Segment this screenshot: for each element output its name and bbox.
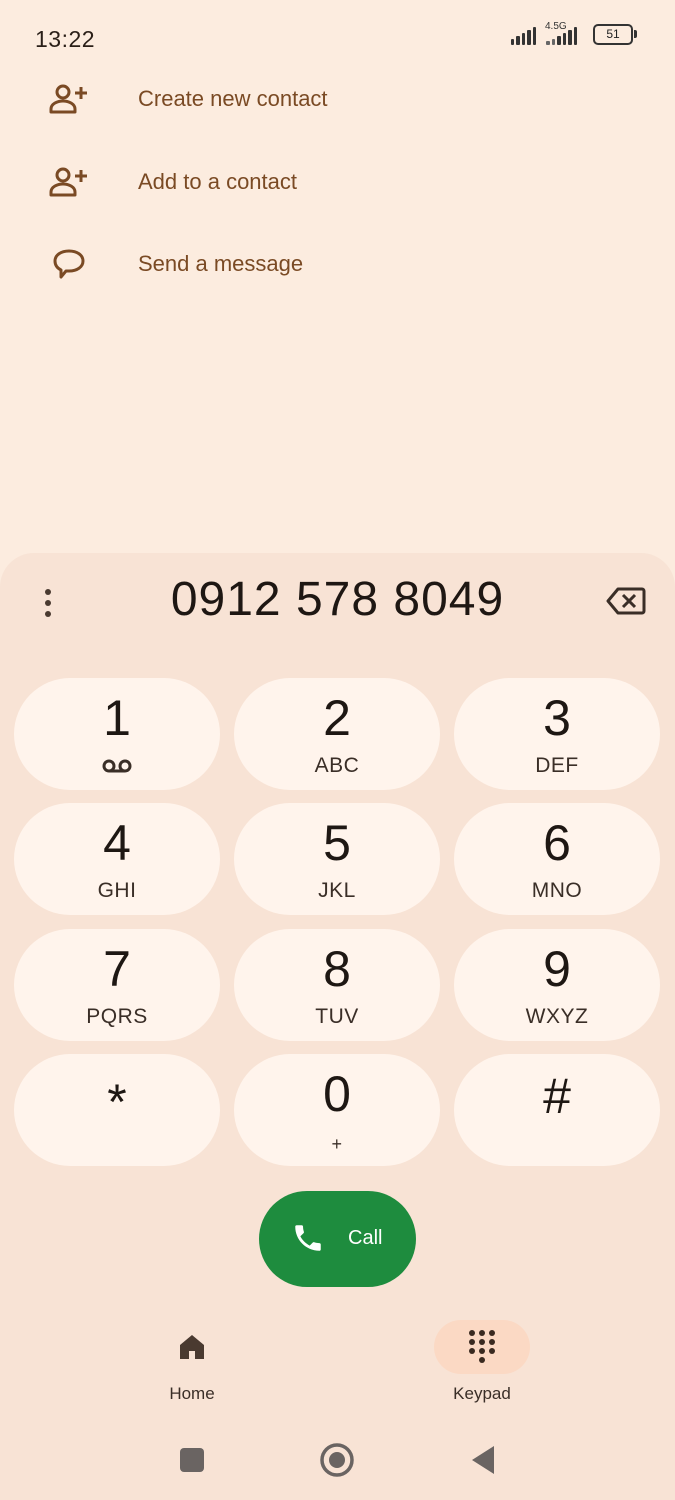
key-digit: 1 [103,690,131,746]
key-digit: 6 [543,815,571,871]
recents-icon[interactable] [172,1440,212,1480]
key-digit: 0 [323,1066,351,1122]
call-label: Call [348,1227,383,1249]
key-letters: DEF [535,754,579,777]
phone-icon [291,1221,325,1260]
create-new-contact-label: Create new contact [138,86,328,111]
key-digit: 4 [103,815,131,871]
signal-icon [510,25,536,45]
key-4[interactable]: 4 GHI [14,803,220,915]
status-icons: 4.5G 51 [510,21,637,45]
nav-home[interactable]: Home [132,1320,252,1404]
dialed-number[interactable]: 0912 578 8049 [0,572,675,627]
key-letters: GHI [97,879,137,902]
key-digit: 7 [103,941,131,997]
key-letters: MNO [531,879,583,902]
back-icon[interactable] [463,1440,503,1480]
key-digit: 9 [543,941,571,997]
key-letters: PQRS [86,1005,148,1028]
add-to-contact-label: Add to a contact [138,169,297,194]
key-7[interactable]: 7 PQRS [14,929,220,1041]
create-new-contact-item[interactable]: Create new contact [0,64,675,134]
add-person-icon [48,161,90,203]
battery-icon: 51 [593,24,637,45]
key-letters: TUV [315,1005,359,1028]
key-letters: WXYZ [525,1005,589,1028]
key-letters: ABC [314,754,360,777]
key-digit: 3 [543,690,571,746]
network-signal-icon: 4.5G [544,21,577,45]
key-2[interactable]: 2 ABC [234,678,440,790]
nav-home-label: Home [169,1384,215,1403]
key-digit: * [107,1074,127,1130]
add-person-icon [48,78,90,120]
nav-keypad-label: Keypad [453,1384,511,1403]
home-button-icon[interactable] [317,1440,357,1480]
key-digit: # [543,1068,571,1124]
network-type: 4.5G [545,21,567,32]
home-icon [144,1320,240,1374]
key-5[interactable]: 5 JKL [234,803,440,915]
key-hash[interactable]: # [454,1054,660,1166]
key-0[interactable]: 0 + [234,1054,440,1166]
battery-level: 51 [606,27,620,41]
key-letters: JKL [318,879,356,902]
nav-keypad[interactable]: Keypad [422,1320,542,1404]
send-message-item[interactable]: Send a message [0,229,675,299]
key-3[interactable]: 3 DEF [454,678,660,790]
status-time: 13:22 [35,26,96,52]
key-1[interactable]: 1 [14,678,220,790]
key-digit: 2 [323,690,351,746]
key-digit: 8 [323,941,351,997]
dialpad-icon [434,1320,530,1374]
voicemail-icon [101,758,133,779]
key-8[interactable]: 8 TUV [234,929,440,1041]
message-icon [48,243,90,285]
backspace-icon[interactable] [606,586,650,620]
call-button[interactable]: Call [259,1191,416,1287]
send-message-label: Send a message [138,251,304,276]
key-9[interactable]: 9 WXYZ [454,929,660,1041]
key-digit: 5 [323,815,351,871]
key-6[interactable]: 6 MNO [454,803,660,915]
key-letters: + [331,1134,343,1154]
add-to-contact-item[interactable]: Add to a contact [0,147,675,217]
key-star[interactable]: * [14,1054,220,1166]
